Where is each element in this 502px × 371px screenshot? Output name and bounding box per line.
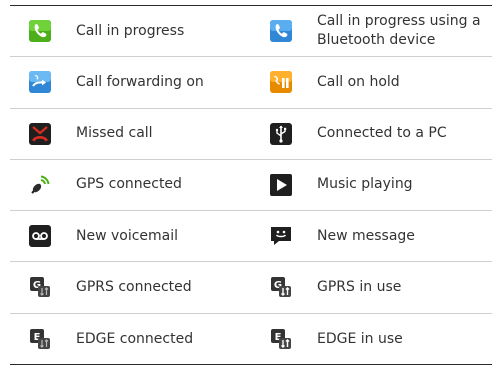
table-cell: G GPRS in use — [251, 262, 492, 312]
table-row: New voicemail New message — [10, 211, 492, 263]
message-icon — [271, 227, 291, 246]
status-label: New voicemail — [76, 227, 179, 244]
status-label: Call forwarding on — [76, 73, 204, 90]
table-row: Call in progress Call in progress using … — [10, 6, 492, 58]
status-label: Missed call — [76, 125, 153, 142]
table-cell: New voicemail — [10, 211, 251, 261]
table-cell: Missed call — [10, 109, 251, 159]
status-label: GPRS connected — [76, 278, 192, 295]
status-label: Call in progress using a Bluetooth devic… — [317, 13, 481, 49]
table-row: GPS connected Music playing — [10, 160, 492, 212]
table-cell: E EDGE connected — [10, 314, 251, 365]
table-cell: E EDGE in use — [251, 314, 492, 365]
status-label: GPRS in use — [317, 278, 402, 295]
play-icon — [270, 173, 292, 196]
table-row: E EDGE connected E EDGE in use — [10, 314, 492, 365]
edge-in-use-icon: E — [271, 329, 291, 350]
status-label: Call on hold — [317, 73, 400, 90]
gprs-in-use-icon: G — [271, 277, 291, 298]
table-cell: GPS connected — [10, 160, 251, 210]
edge-connected-icon: E — [30, 329, 50, 350]
table-cell: New message — [251, 211, 492, 261]
status-label: GPS connected — [76, 176, 182, 193]
table-row: Missed call Connected to a PC — [10, 109, 492, 160]
bluetooth-call-icon — [270, 20, 292, 43]
table-row: G GPRS connected G GPRS in use — [10, 262, 492, 314]
table-cell: Call in progress — [10, 6, 251, 56]
table-cell: Connected to a PC — [251, 109, 492, 159]
status-label: Connected to a PC — [317, 125, 447, 142]
call-in-progress-icon — [29, 20, 51, 43]
status-label: Music playing — [317, 176, 413, 193]
status-label: EDGE connected — [76, 330, 194, 347]
status-icon-table: Call in progress Call in progress using … — [10, 5, 492, 365]
table-cell: G GPRS connected — [10, 262, 251, 312]
gprs-connected-icon: G — [30, 277, 50, 298]
status-label: Call in progress — [76, 22, 185, 39]
call-on-hold-icon — [270, 71, 292, 94]
table-row: Call forwarding on Call on hold — [10, 57, 492, 109]
table-cell: Call forwarding on — [10, 57, 251, 107]
usb-icon — [270, 122, 292, 145]
missed-call-icon — [29, 122, 51, 145]
status-label: EDGE in use — [317, 330, 403, 347]
voicemail-icon — [29, 225, 51, 248]
table-cell: Music playing — [251, 160, 492, 210]
table-cell: Call in progress using a Bluetooth devic… — [251, 6, 492, 56]
call-forwarding-icon — [29, 71, 51, 94]
status-label: New message — [317, 227, 415, 244]
gps-icon — [31, 175, 50, 194]
table-cell: Call on hold — [251, 57, 492, 107]
